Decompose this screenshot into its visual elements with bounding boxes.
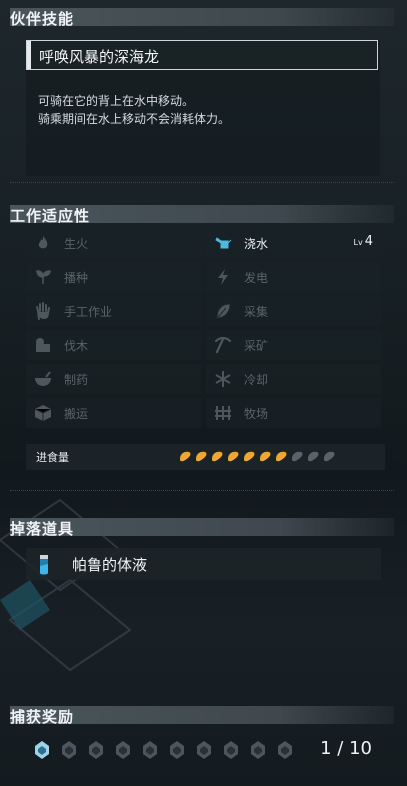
skill-description-line-2: 骑乘期间在水上移动不会消耗体力。 — [38, 112, 231, 126]
work-item-lumbering: 伐木 — [26, 330, 201, 360]
food-icon — [180, 451, 191, 462]
work-row: 手工作业 采集 — [26, 294, 381, 328]
log-icon — [36, 338, 50, 352]
skill-description: 可骑在它的背上在水中移动。 骑乘期间在水上移动不会消耗体力。 — [38, 92, 230, 128]
capture-bonus-icon — [62, 741, 76, 759]
skill-name: 呼唤风暴的深海龙 — [39, 48, 160, 66]
work-item-cooling: 冷却 — [206, 364, 381, 394]
box-icon — [34, 405, 52, 421]
work-item-handiwork: 手工作业 — [26, 296, 201, 326]
capture-bonus-icon — [116, 741, 130, 759]
food-icon — [196, 451, 207, 462]
work-row: 制药 冷却 — [26, 362, 381, 396]
vial-icon — [40, 555, 48, 575]
hand-icon — [36, 302, 50, 320]
capture-bonus-icon — [224, 741, 238, 759]
work-item-label: 搬运 — [64, 407, 89, 421]
food-icon — [276, 451, 287, 462]
work-level-value: 4 — [364, 234, 373, 249]
drops-title: 掉落道具 — [10, 520, 75, 538]
capture-count: 1 / 10 — [320, 738, 372, 759]
drop-item-name: 帕鲁的体液 — [72, 556, 148, 574]
work-row: 搬运 牧场 — [26, 396, 381, 430]
work-item-label: 冷却 — [244, 373, 269, 387]
work-item-label: 发电 — [244, 271, 269, 285]
leaf-icon — [216, 303, 231, 319]
capture-bonus-title: 捕获奖励 — [10, 708, 75, 726]
capture-bonus-icon — [170, 741, 184, 759]
drop-item[interactable]: 帕鲁的体液 — [26, 548, 381, 580]
work-item-gathering: 采集 — [206, 296, 381, 326]
work-item-label: 手工作业 — [64, 305, 113, 319]
fire-icon — [38, 236, 48, 249]
capture-bonus-icon — [278, 741, 292, 759]
work-suitability-title: 工作适应性 — [10, 207, 91, 225]
work-level-prefix: Lv — [353, 238, 363, 247]
capture-bonus-icon — [251, 741, 265, 759]
capture-bonus-icon — [197, 741, 211, 759]
bowl-icon — [35, 371, 51, 386]
work-suitability-grid: 生火 浇水 Lv 4 播种 发电 手工作业 采集 伐木 采矿 制药 冷却 搬运 … — [26, 226, 381, 430]
work-level: Lv 4 — [354, 234, 373, 249]
work-row: 生火 浇水 Lv 4 — [26, 226, 381, 260]
work-item-label: 生火 — [64, 237, 89, 251]
food-icon — [292, 451, 303, 462]
ranch-icon — [215, 406, 231, 420]
food-icon — [212, 451, 223, 462]
food-icon — [324, 451, 335, 462]
divider — [10, 490, 394, 492]
capture-bonus-icon — [143, 741, 157, 759]
food-icon — [228, 451, 239, 462]
work-item-label: 伐木 — [64, 339, 89, 353]
work-item-transporting: 搬运 — [26, 398, 201, 428]
work-row: 伐木 采矿 — [26, 328, 381, 362]
food-icon — [260, 451, 271, 462]
skill-description-line-1: 可骑在它的背上在水中移动。 — [38, 94, 195, 108]
work-item-label: 采集 — [244, 305, 269, 319]
skill-name-box: 呼唤风暴的深海龙 — [26, 40, 378, 70]
pickaxe-icon — [214, 336, 232, 354]
food-label: 进食量 — [36, 451, 69, 464]
work-item-farming: 牧场 — [206, 398, 381, 428]
work-row: 播种 发电 — [26, 260, 381, 294]
work-item-label: 采矿 — [244, 339, 269, 353]
work-item-mining: 采矿 — [206, 330, 381, 360]
lightning-icon — [218, 269, 228, 285]
food-icon — [308, 451, 319, 462]
work-item-planting: 播种 — [26, 262, 201, 292]
divider — [10, 182, 394, 184]
work-item-medicine: 制药 — [26, 364, 201, 394]
food-row: 进食量 — [26, 444, 385, 470]
skill-name-marker — [27, 41, 31, 69]
background-decoration — [0, 498, 132, 672]
work-item-label: 浇水 — [244, 237, 269, 251]
capture-bonus-icon-active — [35, 741, 49, 759]
work-item-kindling: 生火 — [26, 228, 201, 258]
companion-skill-title: 伙伴技能 — [10, 10, 75, 28]
work-item-electricity: 发电 — [206, 262, 381, 292]
food-icon — [244, 451, 255, 462]
work-item-label: 制药 — [64, 373, 89, 387]
work-item-label: 牧场 — [244, 407, 269, 421]
work-item-watering: 浇水 Lv 4 — [206, 228, 381, 258]
work-item-label: 播种 — [64, 271, 89, 285]
snowflake-icon — [215, 371, 231, 387]
capture-bonus-icon — [89, 741, 103, 759]
sprout-icon — [36, 270, 51, 284]
capture-bonus-row: 1 / 10 — [34, 738, 384, 764]
watering-can-icon — [215, 237, 232, 249]
